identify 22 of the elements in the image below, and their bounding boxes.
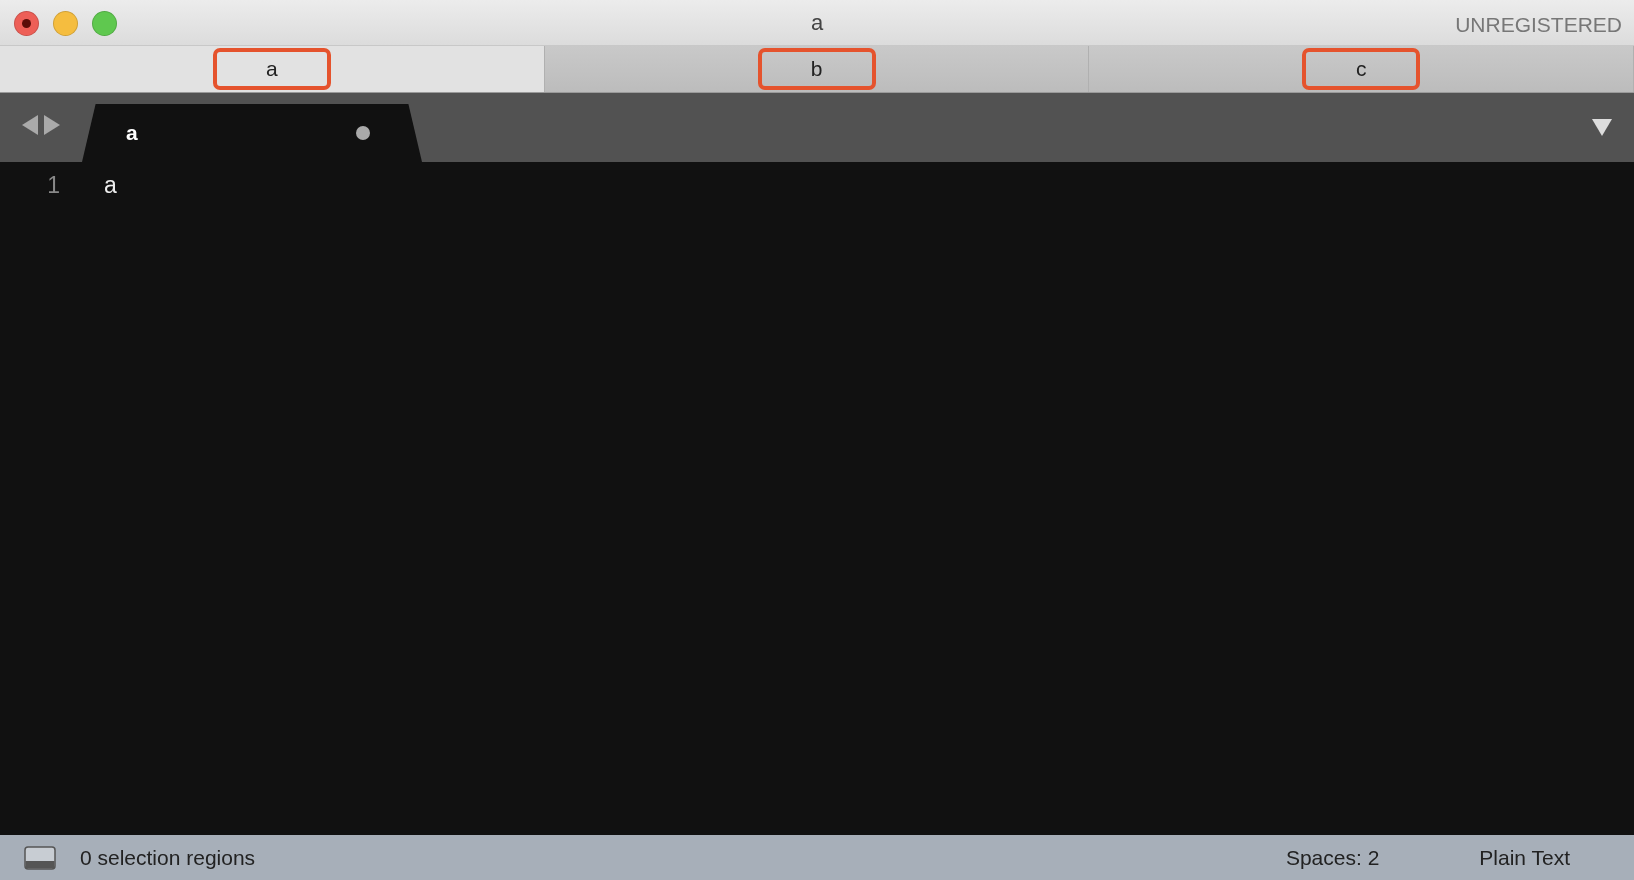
forward-icon[interactable] [44, 115, 60, 135]
highlight-outline: c [1302, 48, 1421, 90]
panel-toggle-icon[interactable] [24, 845, 56, 870]
code-line: a [104, 171, 117, 200]
editor-tab[interactable]: a [82, 104, 422, 162]
window-tab[interactable]: a [0, 46, 545, 92]
window-tab[interactable]: b [544, 46, 1090, 92]
line-number: 1 [46, 171, 60, 200]
window-tab[interactable]: c [1089, 46, 1634, 92]
dot-icon [22, 19, 31, 28]
highlight-outline: b [757, 48, 876, 90]
indentation-setting[interactable]: Spaces: 2 [1285, 841, 1380, 874]
window-title: a [810, 9, 824, 37]
minimize-button[interactable] [53, 11, 78, 36]
close-button[interactable] [14, 11, 39, 36]
selection-count: 0 selection regions [80, 844, 256, 871]
highlight-outline: a [212, 48, 331, 90]
dropdown-icon[interactable] [1592, 119, 1612, 137]
registration-label: UNREGISTERED [1455, 12, 1622, 38]
zoom-button[interactable] [92, 11, 117, 36]
back-icon[interactable] [22, 115, 38, 135]
syntax-setting[interactable]: Plain Text [1479, 841, 1570, 874]
